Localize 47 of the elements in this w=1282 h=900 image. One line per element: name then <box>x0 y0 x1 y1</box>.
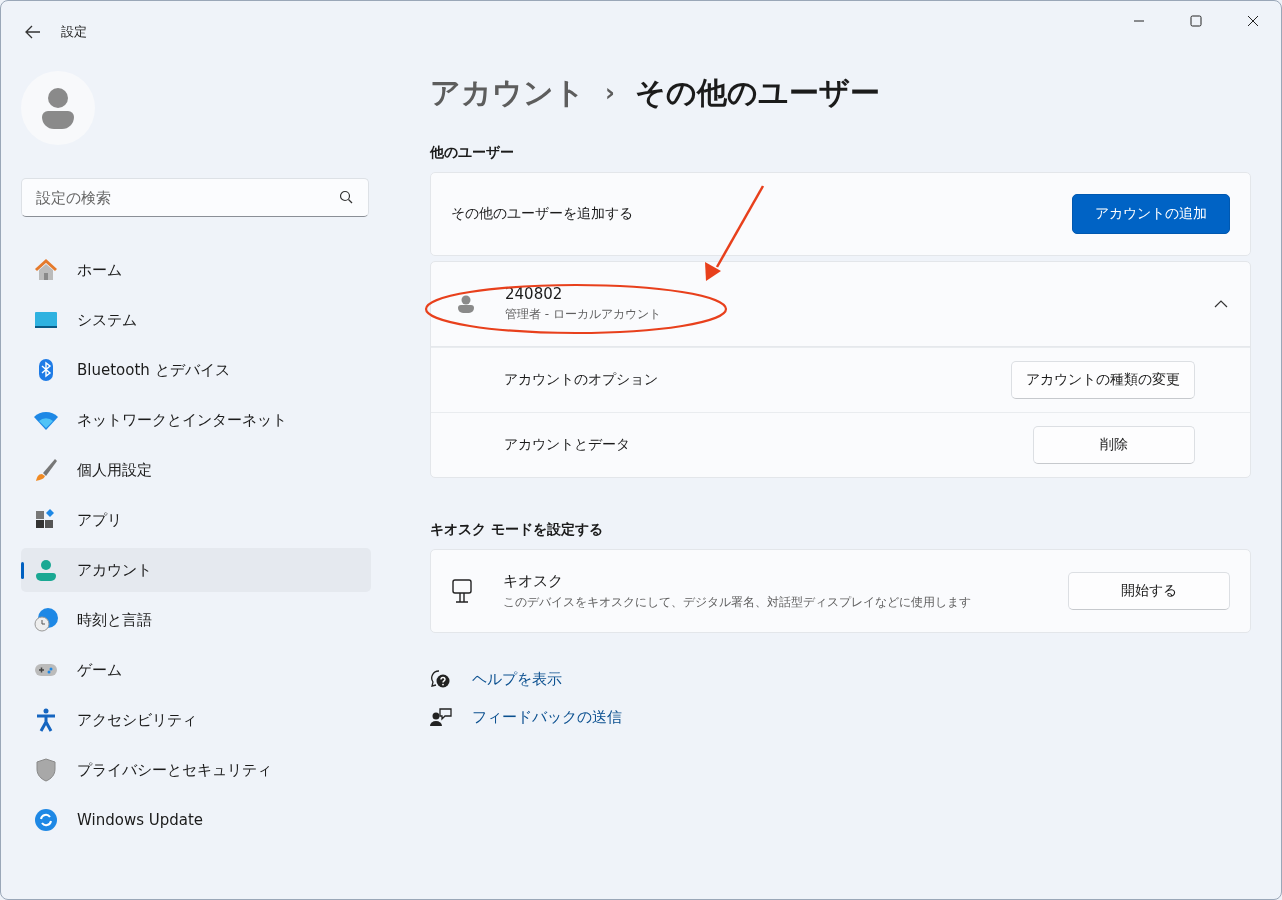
help-link[interactable]: ヘルプを表示 <box>472 669 562 689</box>
sidebar-item[interactable]: ネットワークとインターネット <box>21 398 371 442</box>
selection-indicator <box>21 562 24 579</box>
help-icon <box>430 669 452 689</box>
user-name: 240802 <box>505 285 564 303</box>
sidebar-item[interactable]: プライバシーとセキュリティ <box>21 748 371 792</box>
sidebar-item[interactable]: Windows Update <box>21 798 371 842</box>
add-account-button[interactable]: アカウントの追加 <box>1072 194 1230 234</box>
section-heading: キオスク モードを設定する <box>430 521 604 539</box>
search-field[interactable]: 設定の検索 <box>21 178 369 217</box>
section-heading: 他のユーザー <box>430 144 515 162</box>
sidebar-item[interactable]: ゲーム <box>21 648 371 692</box>
kiosk-title: キオスク <box>503 571 564 591</box>
add-user-label: その他のユーザーを追加する <box>451 205 633 223</box>
help-link[interactable]: フィードバックの送信 <box>472 707 622 727</box>
person-icon <box>33 557 59 583</box>
breadcrumb-separator: › <box>605 79 615 107</box>
sidebar-item[interactable]: ホーム <box>21 248 371 292</box>
breadcrumb-parent[interactable]: アカウント <box>430 72 585 114</box>
chevron-up-icon[interactable] <box>1214 299 1228 309</box>
option-button[interactable]: アカウントの種類の変更 <box>1011 361 1195 399</box>
shield-icon <box>33 757 59 783</box>
sidebar-item[interactable]: 時刻と言語 <box>21 598 371 642</box>
kiosk-description: このデバイスをキオスクにして、デジタル署名、対話型ディスプレイなどに使用します <box>503 593 971 611</box>
search-icon <box>339 190 353 204</box>
sidebar-item[interactable]: アクセシビリティ <box>21 698 371 742</box>
sidebar-item[interactable]: Bluetooth とデバイス <box>21 348 371 392</box>
refresh-icon <box>33 807 59 833</box>
sidebar-item[interactable]: アカウント <box>21 548 371 592</box>
option-label: アカウントのオプション <box>504 371 658 389</box>
option-button[interactable]: 削除 <box>1033 426 1195 464</box>
sidebar-item[interactable]: アプリ <box>21 498 371 542</box>
user-subtitle: 管理者 - ローカルアカウント <box>505 306 661 323</box>
maximize-icon <box>1189 15 1202 27</box>
start-button[interactable]: 開始する <box>1068 572 1230 610</box>
globe-clock-icon <box>33 607 59 633</box>
window-title: 設定 <box>61 23 87 41</box>
feedback-icon <box>430 707 452 727</box>
kiosk-icon <box>451 578 473 604</box>
paintbrush-icon <box>33 457 59 483</box>
person-icon <box>457 294 475 314</box>
home-icon <box>33 257 59 283</box>
page-title: その他のユーザー <box>634 73 880 112</box>
option-label: アカウントとデータ <box>504 436 630 454</box>
close-icon <box>1246 15 1259 27</box>
sidebar-item[interactable]: 個人用設定 <box>21 448 371 492</box>
sidebar-item[interactable]: システム <box>21 298 371 342</box>
